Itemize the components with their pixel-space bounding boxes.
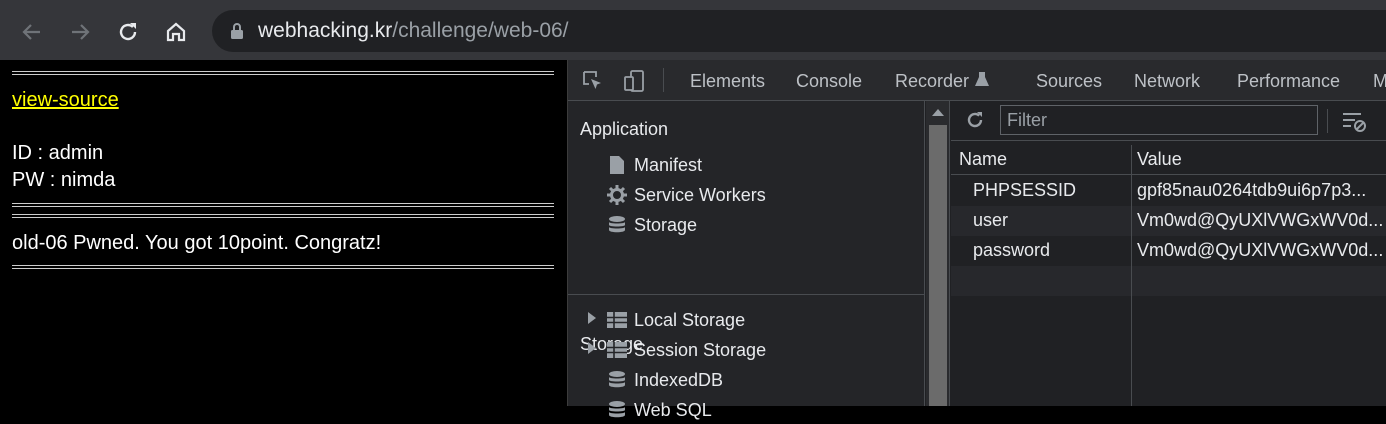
flask-icon: [974, 71, 990, 94]
sidebar-item-session-storage[interactable]: Session Storage: [606, 336, 766, 364]
database-icon: [606, 369, 628, 391]
tab-more[interactable]: M: [1373, 71, 1386, 92]
column-header-name[interactable]: Name: [959, 149, 1007, 170]
cookie-name: password: [973, 240, 1051, 260]
sidebar-item-manifest[interactable]: Manifest: [606, 151, 702, 179]
table-row[interactable]: PHPSESSID gpf85nau0264tdb9ui6p7p3...: [951, 176, 1386, 206]
expand-arrow-icon[interactable]: [588, 342, 596, 354]
refresh-icon[interactable]: [965, 110, 985, 135]
url-path: /challenge/web-06/: [392, 19, 569, 42]
grid-icon: [606, 339, 628, 361]
tab-console[interactable]: Console: [796, 71, 862, 92]
device-toolbar-icon[interactable]: [622, 69, 646, 98]
sidebar-item-web-sql[interactable]: Web SQL: [606, 396, 712, 424]
sidebar-item-service-workers[interactable]: Service Workers: [606, 181, 766, 209]
cookie-value: gpf85nau0264tdb9ui6p7p3...: [1137, 180, 1367, 200]
database-icon: [606, 399, 628, 421]
tab-performance[interactable]: Performance: [1237, 71, 1340, 92]
reload-icon[interactable]: [112, 16, 144, 48]
sidebar-item-label: Session Storage: [634, 339, 767, 360]
filter-input[interactable]: Filter: [1000, 105, 1318, 135]
scroll-thumb[interactable]: [929, 125, 947, 406]
inspect-element-icon[interactable]: [582, 70, 604, 97]
cookies-pane: Filter Name Value PHPSESSID gpf85nau0264…: [951, 101, 1386, 406]
application-sidebar: Application Manifest Service Workers Sto…: [568, 101, 925, 420]
table-row-empty[interactable]: [951, 266, 1386, 296]
horizontal-rule: [12, 203, 554, 207]
devtools-panel: Elements Console Recorder Sources Networ…: [567, 60, 1386, 420]
toolbar-separator: [1327, 109, 1328, 133]
gear-icon: [606, 184, 628, 206]
column-header-value[interactable]: Value: [1137, 149, 1182, 170]
id-text: ID : admin: [12, 142, 104, 164]
toolbar-separator: [663, 68, 664, 92]
address-bar[interactable]: webhacking.kr/challenge/web-06/: [212, 10, 1386, 52]
file-icon: [606, 154, 628, 176]
devtools-tabbar: Elements Console Recorder Sources Networ…: [568, 60, 1386, 101]
tab-elements[interactable]: Elements: [690, 71, 765, 92]
expand-arrow-icon[interactable]: [588, 312, 596, 324]
sidebar-item-label: Storage: [634, 214, 698, 235]
page-content: view-source ID : admin PW : nimda old-06…: [0, 60, 567, 406]
cookie-name: user: [973, 210, 1009, 230]
sidebar-item-local-storage[interactable]: Local Storage: [606, 306, 745, 334]
tab-sources[interactable]: Sources: [1036, 71, 1102, 92]
sidebar-item-storage[interactable]: Storage: [606, 211, 697, 239]
clear-filter-icon[interactable]: [1341, 110, 1367, 137]
cookies-toolbar: Filter: [951, 101, 1386, 141]
cookie-value: Vm0wd@QyUXlVWGxWV0d...: [1137, 210, 1383, 230]
tab-network[interactable]: Network: [1134, 71, 1200, 92]
browser-toolbar: webhacking.kr/challenge/web-06/: [0, 0, 1386, 60]
sidebar-scrollbar[interactable]: [926, 101, 950, 406]
cookie-value: Vm0wd@QyUXlVWGxWV0d...: [1137, 240, 1383, 260]
view-source-link[interactable]: view-source: [12, 89, 119, 112]
horizontal-rule: [12, 265, 554, 269]
sidebar-item-indexeddb[interactable]: IndexedDB: [606, 366, 723, 394]
sidebar-item-label: Web SQL: [634, 399, 712, 420]
application-section-title: Application: [580, 119, 669, 139]
lock-icon: [230, 22, 244, 40]
database-icon: [606, 214, 628, 236]
cookies-table-header: Name Value: [951, 145, 1386, 175]
section-divider: [568, 294, 925, 295]
horizontal-rule: [12, 214, 554, 218]
table-row[interactable]: user Vm0wd@QyUXlVWGxWV0d...: [951, 206, 1386, 236]
column-divider: [1131, 145, 1132, 406]
home-icon[interactable]: [160, 16, 192, 48]
pw-text: PW : nimda: [12, 169, 116, 191]
horizontal-rule: [12, 71, 554, 75]
sidebar-item-label: Service Workers: [634, 184, 766, 205]
grid-icon: [606, 309, 628, 331]
sidebar-item-label: Local Storage: [634, 309, 746, 330]
back-arrow-icon[interactable]: [16, 16, 48, 48]
cookie-name: PHPSESSID: [973, 180, 1077, 200]
scroll-up-icon[interactable]: [932, 109, 944, 116]
pwned-message: old-06 Pwned. You got 10point. Congratz!: [12, 232, 382, 254]
forward-arrow-icon[interactable]: [64, 16, 96, 48]
tab-recorder[interactable]: Recorder: [895, 71, 969, 92]
sidebar-item-label: IndexedDB: [634, 369, 724, 390]
url-host: webhacking.kr: [258, 19, 393, 42]
table-row[interactable]: password Vm0wd@QyUXlVWGxWV0d...: [951, 236, 1386, 266]
sidebar-item-label: Manifest: [634, 154, 703, 175]
